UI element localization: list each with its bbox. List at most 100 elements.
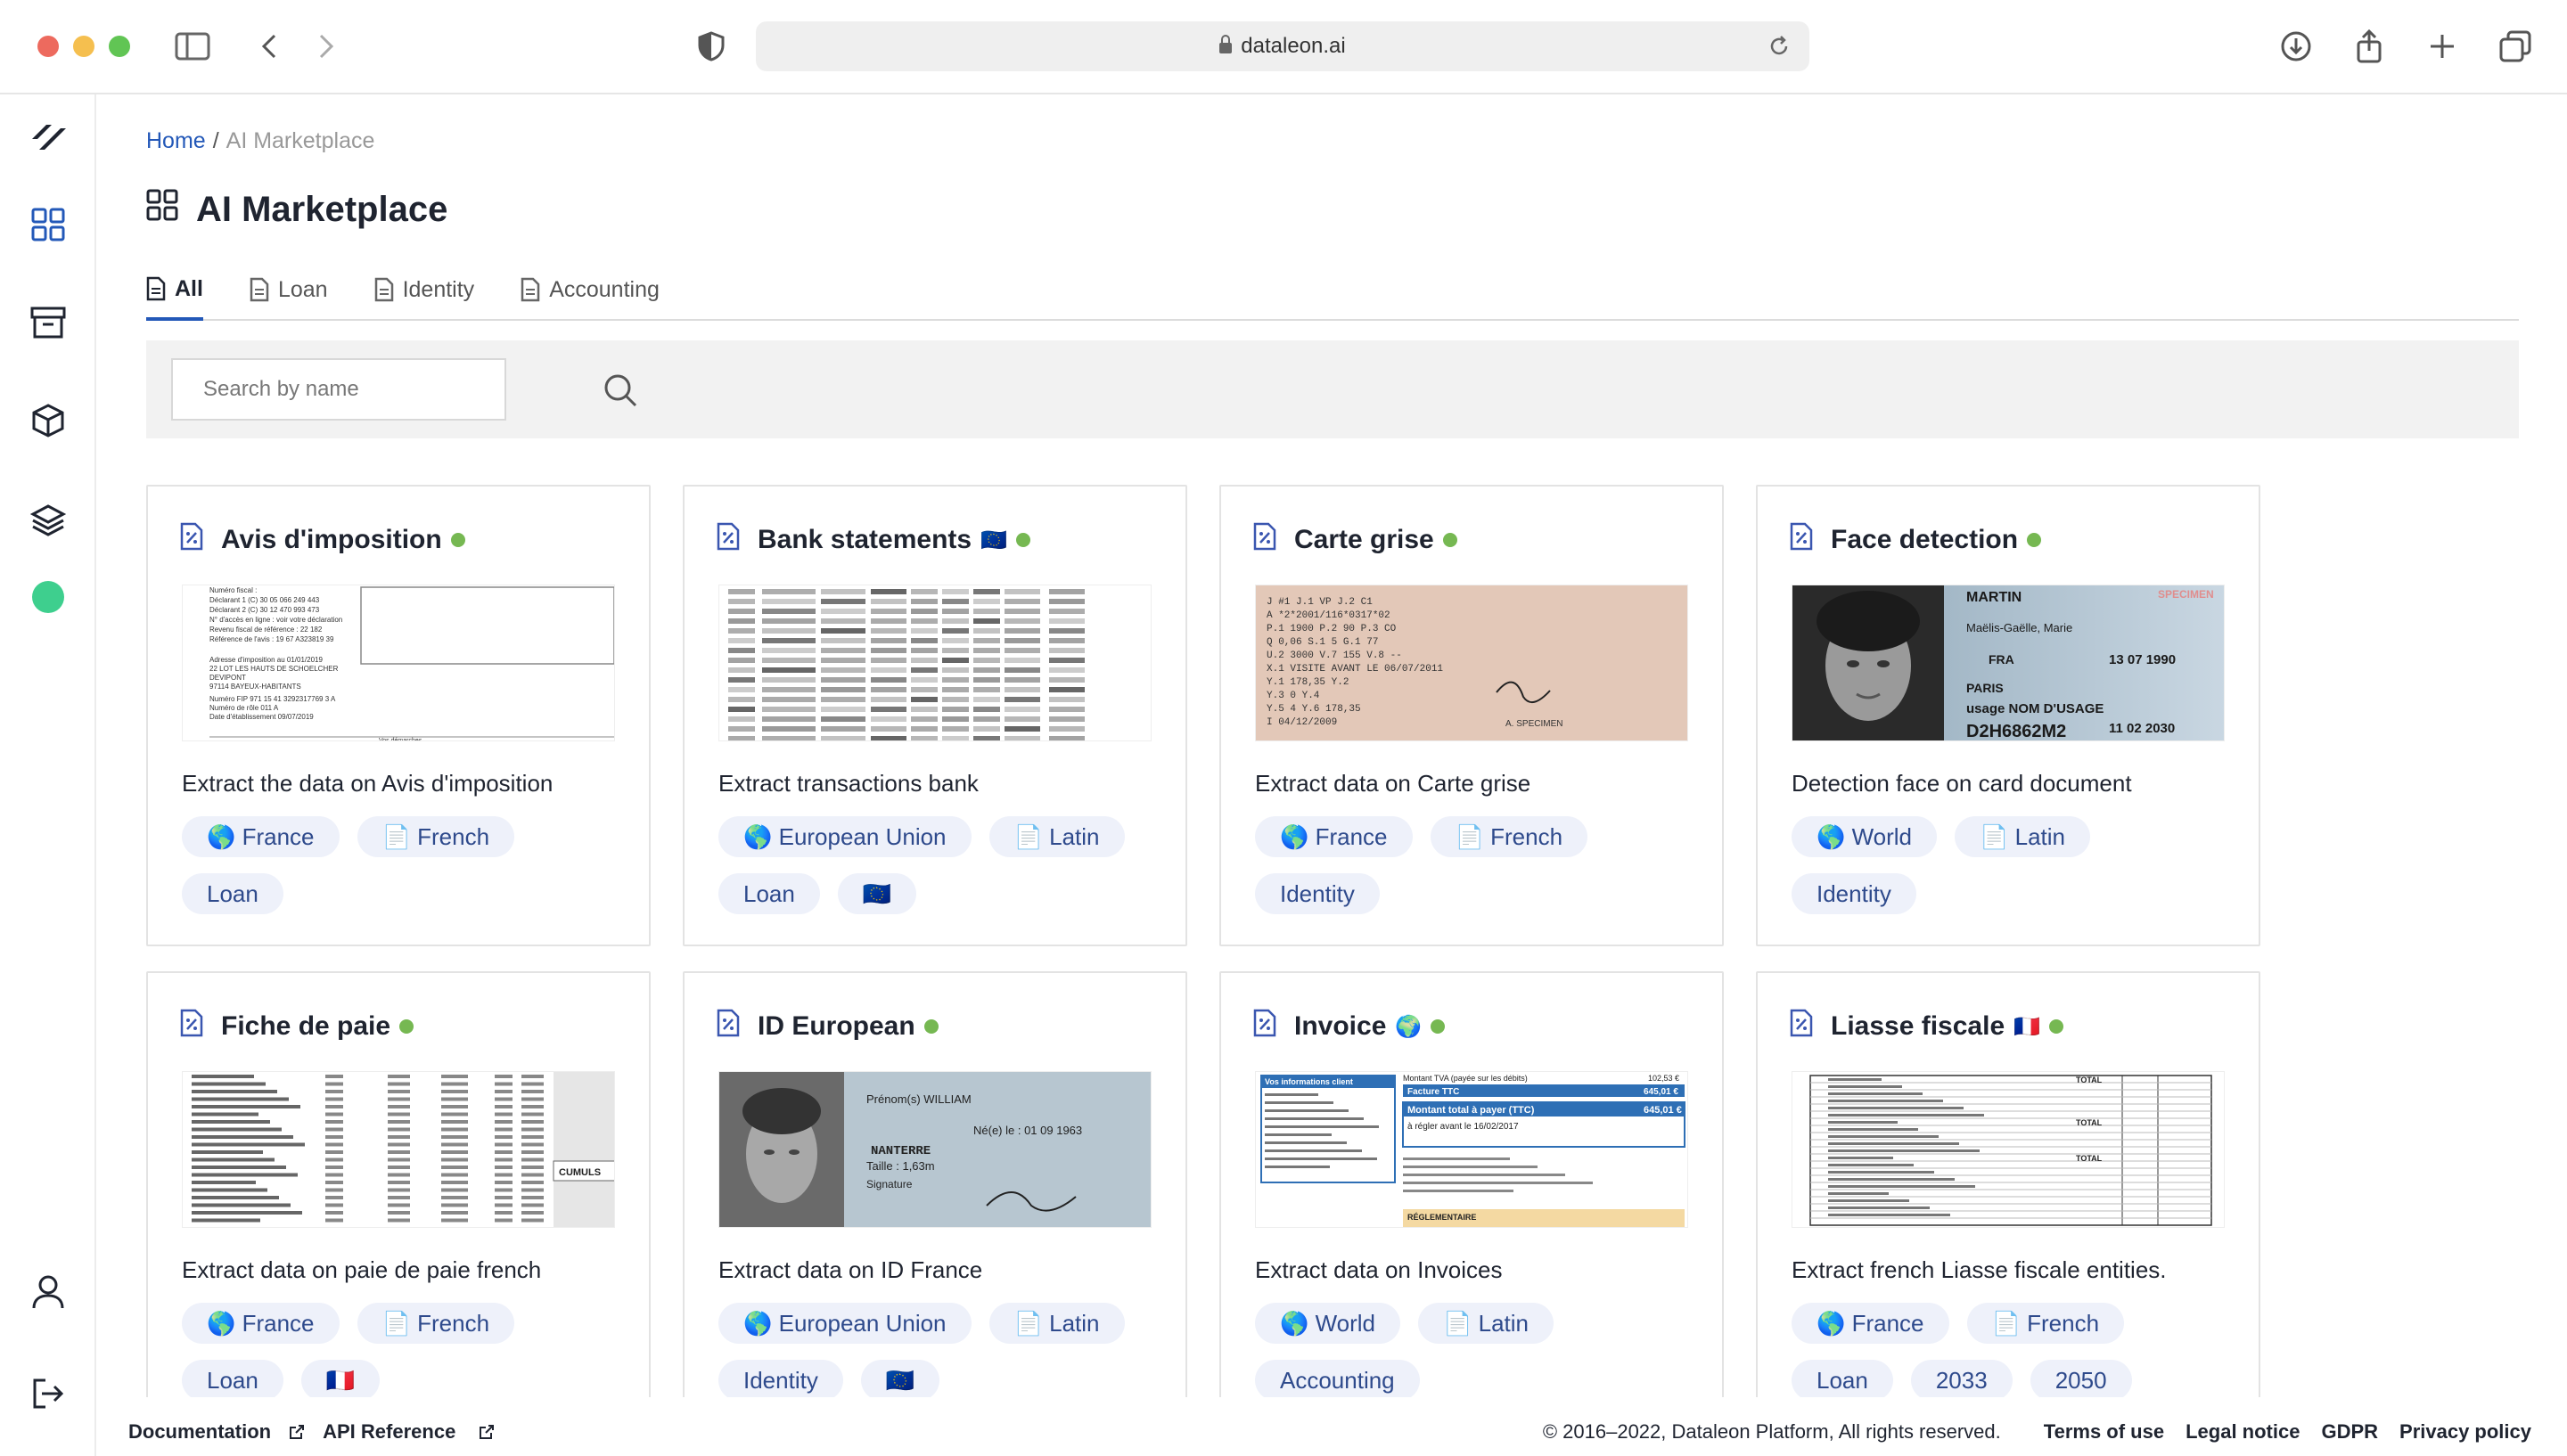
reload-icon[interactable] xyxy=(1767,34,1792,65)
document-thumbnail: Vos informations clientMontant TVA (payé… xyxy=(1255,1071,1688,1228)
shield-icon[interactable] xyxy=(692,27,731,66)
card-title[interactable]: Liasse fiscale xyxy=(1831,1011,2005,1042)
percent-document-icon xyxy=(717,1009,740,1044)
maximize-window-button[interactable] xyxy=(109,36,130,57)
documentation-link[interactable]: Documentation xyxy=(128,1420,305,1444)
card-tag[interactable]: 🌎 European Union xyxy=(718,1303,972,1344)
card-title[interactable]: Face detection xyxy=(1831,525,2018,555)
card-tag[interactable]: 📄 French xyxy=(1967,1303,2125,1344)
sidebar-toggle-icon[interactable] xyxy=(173,27,212,66)
marketplace-card[interactable]: Carte grise J #1 J.1 VP J.2 C1A *2*2001/… xyxy=(1219,485,1724,946)
svg-text:Q 0,06 S.1 5 G: Q 0,06 S.1 5 G.1 77 xyxy=(1267,637,1378,648)
download-icon[interactable] xyxy=(2276,27,2316,66)
dataleon-logo-icon[interactable] xyxy=(27,116,70,159)
card-tag[interactable]: Identity xyxy=(1255,873,1380,914)
card-tag[interactable]: 📄 French xyxy=(357,816,515,857)
percent-document-icon xyxy=(180,522,203,558)
document-thumbnail: MARTINSPECIMENMaëlis-Gaëlle, MarieFRA13 … xyxy=(1792,585,2225,741)
marketplace-card[interactable]: Liasse fiscale 🇫🇷 TOTALTOTALTOTAL Extrac… xyxy=(1756,971,2260,1397)
marketplace-card[interactable]: Avis d'imposition Numéro fiscal :Déclara… xyxy=(146,485,651,946)
sidebar xyxy=(0,94,96,1456)
marketplace-card[interactable]: Invoice 🌍 Vos informations clientMontant… xyxy=(1219,971,1724,1397)
card-tag[interactable]: Loan xyxy=(1792,1360,1893,1397)
card-tag[interactable]: 🌎 European Union xyxy=(718,816,972,857)
user-icon[interactable] xyxy=(27,1271,70,1313)
document-thumbnail: Numéro fiscal :Déclarant 1 (C) 30 05 066… xyxy=(182,585,615,741)
card-tag[interactable]: Identity xyxy=(718,1360,843,1397)
logout-icon[interactable] xyxy=(27,1372,70,1415)
search-input[interactable] xyxy=(171,358,506,421)
card-tag[interactable]: Loan xyxy=(718,873,820,914)
layers-icon[interactable] xyxy=(27,499,70,542)
svg-text:Référence de l'avis : 19 67: Référence de l'avis : 19 67 A323819 39 xyxy=(209,635,334,643)
marketplace-card[interactable]: Bank statements 🇪🇺 Extract transactions … xyxy=(683,485,1187,946)
svg-text:CUMULS: CUMULS xyxy=(559,1167,601,1178)
privacy-policy-link[interactable]: Privacy policy xyxy=(2399,1420,2531,1444)
card-tag[interactable]: 📄 French xyxy=(357,1303,515,1344)
card-tag[interactable]: Identity xyxy=(1792,873,1916,914)
document-icon xyxy=(250,277,269,302)
card-tag[interactable]: 🇫🇷 xyxy=(301,1360,380,1397)
card-tag[interactable]: 🇪🇺 xyxy=(861,1360,939,1397)
marketplace-card[interactable]: Face detection MARTINSPECIMENMaëlis-Gaël… xyxy=(1756,485,2260,946)
card-tag[interactable]: 📄 Latin xyxy=(1418,1303,1554,1344)
back-icon[interactable] xyxy=(250,27,289,66)
document-icon xyxy=(374,277,394,302)
card-title[interactable]: Invoice xyxy=(1294,1011,1386,1042)
card-tag[interactable]: 2050 xyxy=(2030,1360,2132,1397)
card-tag[interactable]: Loan xyxy=(182,873,283,914)
card-flag: 🇫🇷 xyxy=(2013,1014,2040,1040)
card-tag[interactable]: 📄 Latin xyxy=(989,816,1125,857)
cube-icon[interactable] xyxy=(27,399,70,442)
card-tag[interactable]: 🌎 France xyxy=(182,816,340,857)
svg-text:Taille : 1,63m: Taille : 1,63m xyxy=(866,1159,935,1173)
card-title[interactable]: Carte grise xyxy=(1294,525,1434,555)
card-tag[interactable]: 🌎 France xyxy=(1792,1303,1949,1344)
lock-icon xyxy=(1219,43,1232,53)
card-tag[interactable]: 📄 Latin xyxy=(1955,816,2090,857)
svg-text:Y.5 4 Y.6 178,35: Y.5 4 Y.6 178,35 xyxy=(1267,704,1361,715)
share-icon[interactable] xyxy=(2350,27,2389,66)
terms-link[interactable]: Terms of use xyxy=(2044,1420,2164,1444)
svg-text:P.1 1900 P.2 90 P: P.1 1900 P.2 90 P.3 CO xyxy=(1267,624,1397,634)
card-tag[interactable]: 🌎 World xyxy=(1792,816,1937,857)
new-tab-icon[interactable] xyxy=(2423,27,2462,66)
svg-text:Facture TTC: Facture TTC xyxy=(1407,1087,1459,1097)
marketplace-card[interactable]: Fiche de paie CUMULS Extract data on pai… xyxy=(146,971,651,1397)
card-description: Extract transactions bank xyxy=(718,770,979,798)
tab-all[interactable]: All xyxy=(146,260,203,321)
card-tag[interactable]: 2033 xyxy=(1911,1360,2013,1397)
tab-accounting[interactable]: Accounting xyxy=(521,260,660,319)
search-icon[interactable] xyxy=(601,371,640,410)
card-description: Extract data on paie de paie french xyxy=(182,1256,541,1284)
minimize-window-button[interactable] xyxy=(73,36,94,57)
grid-icon[interactable] xyxy=(27,203,70,246)
archive-icon[interactable] xyxy=(27,301,70,344)
tab-label: All xyxy=(175,276,203,302)
card-title[interactable]: Fiche de paie xyxy=(221,1011,390,1042)
gdpr-link[interactable]: GDPR xyxy=(2321,1420,2378,1444)
card-tag[interactable]: 📄 Latin xyxy=(989,1303,1125,1344)
tab-loan[interactable]: Loan xyxy=(250,260,328,319)
card-title[interactable]: Bank statements xyxy=(758,525,972,555)
card-tag[interactable]: 🇪🇺 xyxy=(838,873,916,914)
legal-notice-link[interactable]: Legal notice xyxy=(2186,1420,2300,1444)
api-reference-link[interactable]: API Reference xyxy=(323,1420,495,1444)
card-title[interactable]: ID European xyxy=(758,1011,915,1042)
card-title[interactable]: Avis d'imposition xyxy=(221,525,442,555)
card-tag[interactable]: Loan xyxy=(182,1360,283,1397)
status-dot xyxy=(924,1019,939,1034)
card-tag[interactable]: 🌎 World xyxy=(1255,1303,1400,1344)
address-bar[interactable]: dataleon.ai xyxy=(756,21,1809,71)
card-tag[interactable]: 🌎 France xyxy=(1255,816,1413,857)
forward-icon[interactable] xyxy=(307,27,346,66)
card-tag[interactable]: 🌎 France xyxy=(182,1303,340,1344)
breadcrumb-home-link[interactable]: Home xyxy=(146,128,206,153)
close-window-button[interactable] xyxy=(37,36,59,57)
card-tag[interactable]: Accounting xyxy=(1255,1360,1420,1397)
tab-overview-icon[interactable] xyxy=(2496,27,2535,66)
tab-identity[interactable]: Identity xyxy=(374,260,475,319)
marketplace-card[interactable]: ID European Prénom(s) WILLIAMNé(e) le : … xyxy=(683,971,1187,1397)
card-flag: 🌍 xyxy=(1395,1014,1422,1040)
card-tag[interactable]: 📄 French xyxy=(1431,816,1588,857)
